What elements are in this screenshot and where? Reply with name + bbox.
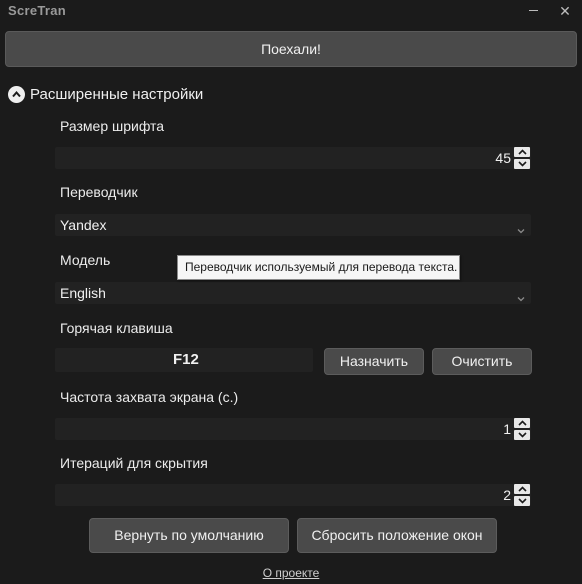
hotkey-field[interactable]: F12 <box>55 348 313 372</box>
model-select[interactable]: English <box>55 282 531 304</box>
reset-defaults-button[interactable]: Вернуть по умолчанию <box>89 518 289 553</box>
model-value: English <box>60 285 106 301</box>
font-size-value: 45 <box>495 150 511 166</box>
font-size-spinbox[interactable]: 45 <box>55 147 531 169</box>
spin-down-icon[interactable] <box>514 430 530 440</box>
assign-hotkey-button[interactable]: Назначить <box>324 348 424 375</box>
model-label: Модель <box>60 252 111 268</box>
about-link[interactable]: О проекте <box>0 566 582 580</box>
reset-windows-button[interactable]: Сбросить положение окон <box>297 518 497 553</box>
chevron-down-icon <box>517 221 525 239</box>
app-title: ScreTran <box>8 3 67 18</box>
hotkey-value: F12 <box>173 351 199 368</box>
chevron-down-icon <box>517 289 525 307</box>
hide-iterations-spinbox[interactable]: 2 <box>55 484 531 506</box>
spin-down-icon[interactable] <box>514 159 530 169</box>
minimize-icon[interactable] <box>520 0 550 24</box>
hotkey-label: Горячая клавиша <box>60 320 173 336</box>
capture-rate-label: Частота захвата экрана (с.) <box>60 389 239 405</box>
app-window: ScreTran ✕ Поехали! Расширенные настройк… <box>0 0 582 584</box>
capture-rate-value: 1 <box>503 421 511 437</box>
translator-select[interactable]: Yandex <box>55 214 531 236</box>
spin-up-icon[interactable] <box>514 484 530 494</box>
hide-iterations-label: Итераций для скрытия <box>60 455 208 471</box>
translator-value: Yandex <box>60 217 107 233</box>
translator-tooltip: Переводчик используемый для перевода тек… <box>177 255 460 280</box>
spin-down-icon[interactable] <box>514 496 530 506</box>
hide-iterations-value: 2 <box>503 487 511 503</box>
close-icon[interactable]: ✕ <box>550 0 580 24</box>
capture-rate-spinbox[interactable]: 1 <box>55 418 531 440</box>
spin-up-icon[interactable] <box>514 418 530 428</box>
go-button[interactable]: Поехали! <box>5 31 577 67</box>
font-size-label: Размер шрифта <box>60 118 165 134</box>
advanced-settings-title: Расширенные настройки <box>30 85 204 103</box>
translator-label: Переводчик <box>60 184 138 200</box>
title-bar: ScreTran ✕ <box>0 0 582 24</box>
clear-hotkey-button[interactable]: Очистить <box>432 348 532 375</box>
spin-up-icon[interactable] <box>514 147 530 157</box>
chevron-up-icon[interactable] <box>8 85 25 103</box>
advanced-settings-toggle[interactable]: Расширенные настройки <box>8 83 203 105</box>
